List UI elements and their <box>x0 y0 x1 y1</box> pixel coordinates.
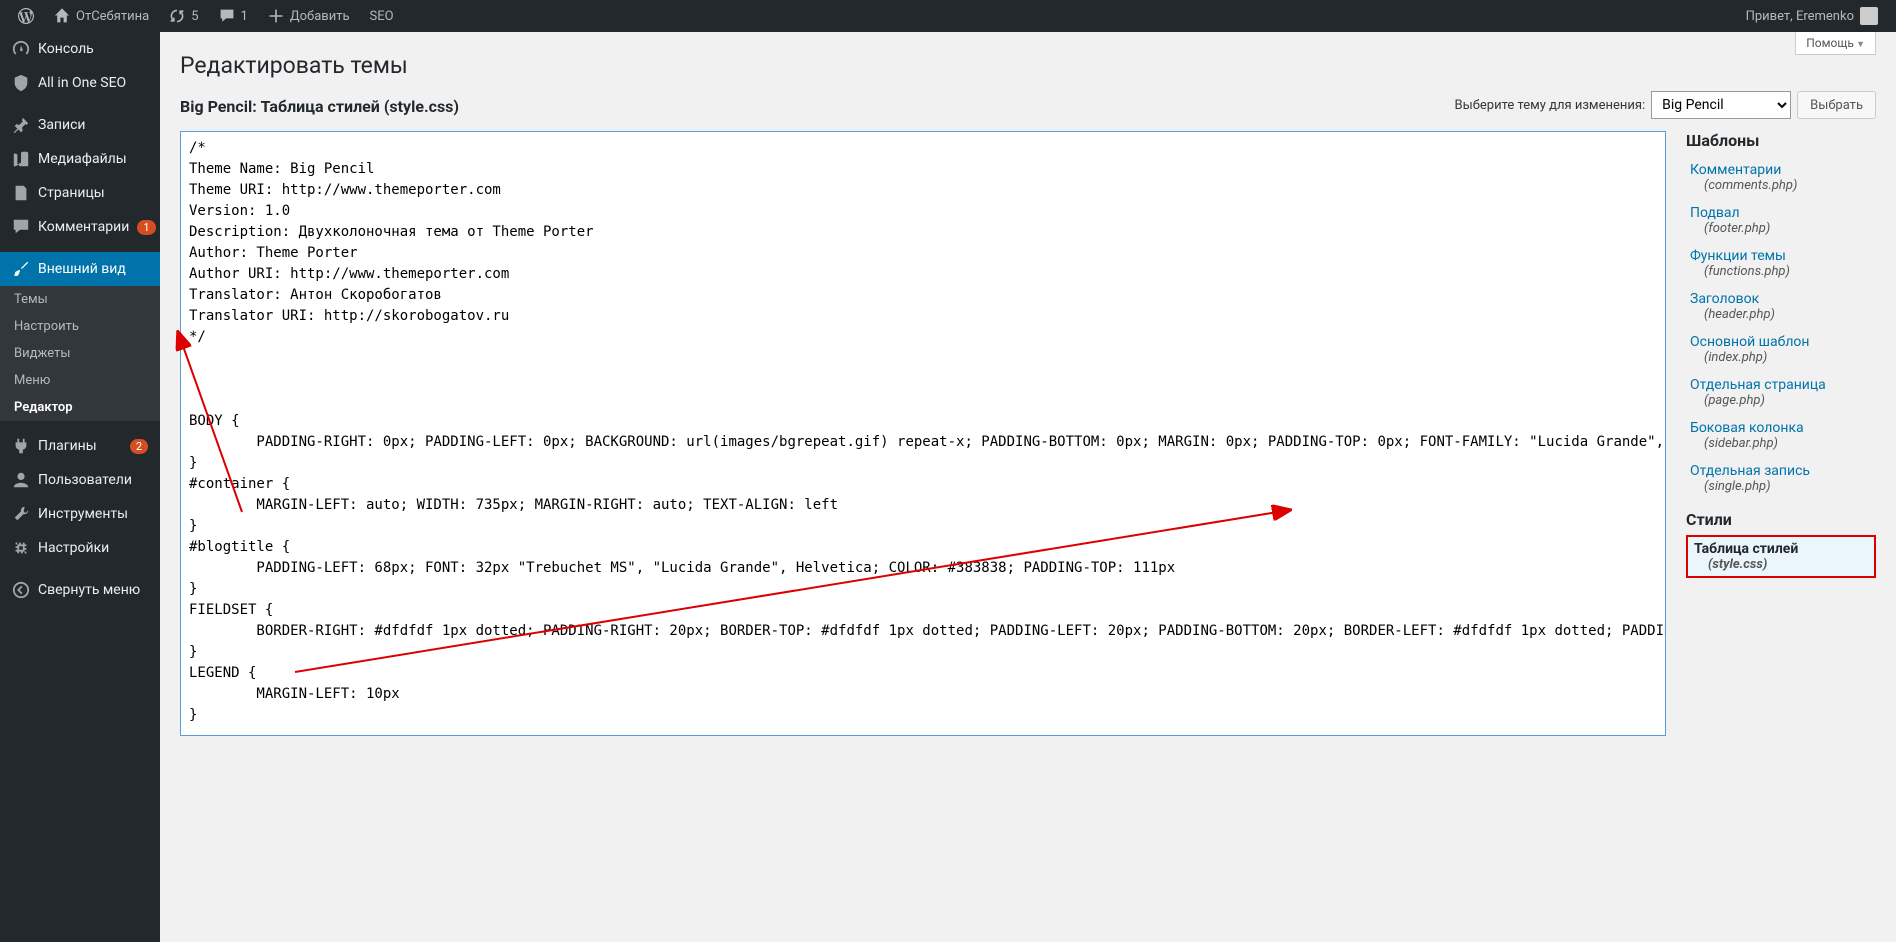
menu-plugins[interactable]: Плагины2 <box>0 429 160 463</box>
wp-logo[interactable] <box>8 0 44 32</box>
add-new-link[interactable]: Добавить <box>258 0 360 32</box>
code-editor[interactable]: /* Theme Name: Big Pencil Theme URI: htt… <box>180 131 1666 736</box>
site-name-link[interactable]: ОтСебятина <box>44 0 159 32</box>
user-greeting[interactable]: Привет, Eremenko <box>1736 0 1888 32</box>
updates-count: 5 <box>191 9 198 24</box>
template-name: Отдельная страница <box>1690 377 1826 393</box>
styles-list: Таблица стилей(style.css) <box>1686 535 1876 578</box>
menu-comments[interactable]: Комментарии1 <box>0 210 160 244</box>
settings-icon <box>12 539 30 557</box>
menu-seo[interactable]: All in One SEO <box>0 66 160 100</box>
admin-menu: Консоль All in One SEO Записи Медиафайлы… <box>0 32 160 942</box>
wordpress-icon <box>18 8 34 24</box>
template-filename: (page.php) <box>1690 393 1872 408</box>
comments-count: 1 <box>241 9 248 24</box>
collapse-icon <box>12 581 30 599</box>
submenu-menus[interactable]: Меню <box>0 367 160 394</box>
menu-pages[interactable]: Страницы <box>0 176 160 210</box>
shield-icon <box>12 74 30 92</box>
template-filename: (functions.php) <box>1690 264 1872 279</box>
brush-icon <box>12 260 30 278</box>
file-list-item[interactable]: Отдельная страница(page.php) <box>1686 371 1876 414</box>
theme-picker: Выберите тему для изменения: Big Pencil … <box>1455 91 1877 119</box>
help-button[interactable]: Помощь <box>1795 32 1876 55</box>
file-list-item[interactable]: Боковая колонка(sidebar.php) <box>1686 414 1876 457</box>
site-name: ОтСебятина <box>76 9 149 24</box>
template-filename: (comments.php) <box>1690 178 1872 193</box>
submenu-editor[interactable]: Редактор <box>0 394 160 421</box>
plus-icon <box>268 8 284 24</box>
plugins-badge: 2 <box>130 439 148 454</box>
template-filename: (header.php) <box>1690 307 1872 322</box>
home-icon <box>54 8 70 24</box>
users-icon <box>12 471 30 489</box>
template-name: Основной шаблон <box>1690 334 1809 350</box>
template-filename: (sidebar.php) <box>1690 436 1872 451</box>
avatar <box>1860 7 1878 25</box>
template-name: Заголовок <box>1690 291 1759 307</box>
file-list-item[interactable]: Отдельная запись(single.php) <box>1686 457 1876 500</box>
menu-tools[interactable]: Инструменты <box>0 497 160 531</box>
file-list-item[interactable]: Таблица стилей(style.css) <box>1686 535 1876 578</box>
select-button[interactable]: Выбрать <box>1797 91 1876 119</box>
menu-dashboard[interactable]: Консоль <box>0 32 160 66</box>
menu-users[interactable]: Пользователи <box>0 463 160 497</box>
dashboard-icon <box>12 40 30 58</box>
admin-bar-right: Привет, Eremenko <box>1736 0 1888 32</box>
submenu-themes[interactable]: Темы <box>0 286 160 313</box>
comment-icon <box>219 8 235 24</box>
template-filename: (footer.php) <box>1690 221 1872 236</box>
file-title: Big Pencil: Таблица стилей (style.css) <box>180 97 459 116</box>
comments-link[interactable]: 1 <box>209 0 258 32</box>
templates-list: Комментарии(comments.php)Подвал(footer.p… <box>1686 156 1876 500</box>
styles-heading: Стили <box>1686 510 1876 529</box>
submenu-widgets[interactable]: Виджеты <box>0 340 160 367</box>
page-title: Редактировать темы <box>180 52 1876 79</box>
menu-collapse[interactable]: Свернуть меню <box>0 573 160 607</box>
updates-link[interactable]: 5 <box>159 0 208 32</box>
templates-heading: Шаблоны <box>1686 131 1876 150</box>
file-list-item[interactable]: Основной шаблон(index.php) <box>1686 328 1876 371</box>
menu-settings[interactable]: Настройки <box>0 531 160 565</box>
picker-label: Выберите тему для изменения: <box>1455 98 1646 113</box>
menu-posts[interactable]: Записи <box>0 108 160 142</box>
file-list-item[interactable]: Подвал(footer.php) <box>1686 199 1876 242</box>
template-name: Функции темы <box>1690 248 1786 264</box>
submenu-customize[interactable]: Настроить <box>0 313 160 340</box>
template-name: Отдельная запись <box>1690 463 1810 479</box>
template-name: Подвал <box>1690 205 1740 221</box>
template-name: Комментарии <box>1690 162 1781 178</box>
template-filename: (style.css) <box>1694 557 1868 572</box>
template-filename: (single.php) <box>1690 479 1872 494</box>
template-filename: (index.php) <box>1690 350 1872 365</box>
admin-bar-left: ОтСебятина 5 1 Добавить SEO <box>8 0 404 32</box>
page-icon <box>12 184 30 202</box>
content-area: Помощь Редактировать темы Big Pencil: Та… <box>160 32 1896 942</box>
comments-badge: 1 <box>137 220 155 235</box>
pin-icon <box>12 116 30 134</box>
media-icon <box>12 150 30 168</box>
menu-appearance[interactable]: Внешний вид <box>0 252 160 286</box>
file-list-item[interactable]: Функции темы(functions.php) <box>1686 242 1876 285</box>
file-browser: Шаблоны Комментарии(comments.php)Подвал(… <box>1686 131 1876 740</box>
tools-icon <box>12 505 30 523</box>
template-name: Боковая колонка <box>1690 420 1804 436</box>
refresh-icon <box>169 8 185 24</box>
file-list-item[interactable]: Заголовок(header.php) <box>1686 285 1876 328</box>
plugin-icon <box>12 437 30 455</box>
template-name: Таблица стилей <box>1694 541 1798 557</box>
seo-link[interactable]: SEO <box>360 0 404 32</box>
menu-media[interactable]: Медиафайлы <box>0 142 160 176</box>
file-list-item[interactable]: Комментарии(comments.php) <box>1686 156 1876 199</box>
admin-bar: ОтСебятина 5 1 Добавить SEO Привет, Erem… <box>0 0 1896 32</box>
add-new-label: Добавить <box>290 9 350 24</box>
comment-icon <box>12 218 30 236</box>
theme-select[interactable]: Big Pencil <box>1651 91 1791 119</box>
